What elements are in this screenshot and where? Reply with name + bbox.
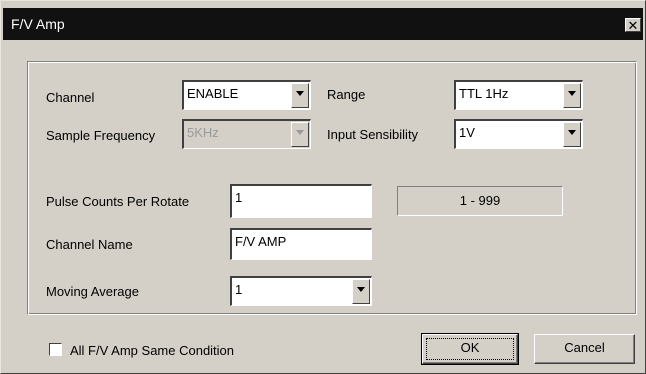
cancel-button-label: Cancel <box>564 340 605 355</box>
close-icon: ✕ <box>627 18 639 33</box>
input-sensibility-select[interactable]: 1V <box>454 119 583 149</box>
sample-frequency-label: Sample Frequency <box>46 128 156 143</box>
channel-dropdown-button[interactable] <box>291 83 309 108</box>
pulse-counts-value: 1 <box>235 190 243 205</box>
same-condition-label[interactable]: All F/V Amp Same Condition <box>70 343 234 358</box>
same-condition-checkbox[interactable] <box>49 343 62 356</box>
channel-name-input[interactable]: F/V AMP <box>230 228 372 260</box>
range-select[interactable]: TTL 1Hz <box>454 80 583 110</box>
focus-rect <box>426 338 514 360</box>
pulse-counts-range-hint: 1 - 999 <box>397 186 563 216</box>
window-title: F/V Amp <box>11 16 65 32</box>
pulse-counts-input[interactable]: 1 <box>230 184 372 218</box>
range-value: TTL 1Hz <box>459 86 509 101</box>
title-bar[interactable]: F/V Amp ✕ <box>3 8 643 40</box>
pulse-counts-label: Pulse Counts Per Rotate <box>46 194 190 209</box>
sample-frequency-value: 5KHz <box>187 125 219 140</box>
sample-frequency-dropdown-button <box>291 122 309 147</box>
ok-button[interactable]: OK <box>421 333 519 365</box>
range-dropdown-button[interactable] <box>563 83 581 108</box>
channel-value: ENABLE <box>187 86 239 101</box>
close-button[interactable]: ✕ <box>625 18 641 33</box>
range-label: Range <box>327 87 366 102</box>
chevron-down-icon <box>296 130 304 135</box>
input-sensibility-value: 1V <box>459 125 475 140</box>
input-sensibility-label: Input Sensibility <box>327 127 419 142</box>
sample-frequency-select: 5KHz <box>182 119 311 149</box>
channel-name-label: Channel Name <box>46 237 133 252</box>
moving-average-dropdown-button[interactable] <box>352 279 370 304</box>
chevron-down-icon <box>568 130 576 135</box>
cancel-button[interactable]: Cancel <box>534 334 635 364</box>
channel-name-value: F/V AMP <box>235 234 287 249</box>
moving-average-label: Moving Average <box>46 284 139 299</box>
input-sensibility-dropdown-button[interactable] <box>563 122 581 147</box>
channel-select[interactable]: ENABLE <box>182 80 311 110</box>
channel-label: Channel <box>46 90 95 105</box>
chevron-down-icon <box>568 91 576 96</box>
moving-average-value: 1 <box>235 282 243 297</box>
chevron-down-icon <box>296 91 304 96</box>
fv-amp-dialog: F/V Amp ✕ Channel ENABLE Range TTL 1Hz S… <box>0 0 646 374</box>
moving-average-select[interactable]: 1 <box>230 276 372 306</box>
chevron-down-icon <box>357 287 365 292</box>
